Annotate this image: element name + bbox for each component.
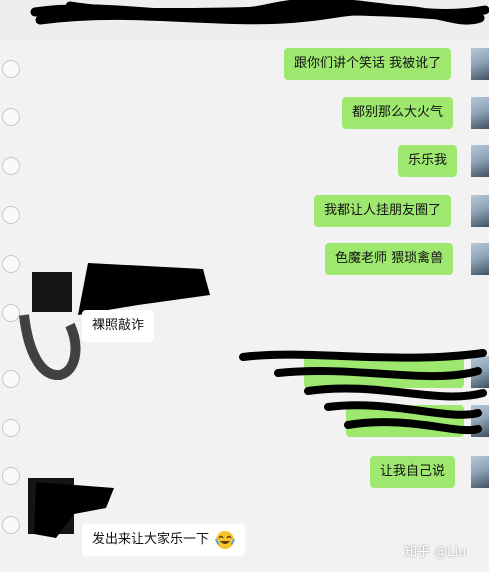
avatar[interactable] bbox=[471, 48, 489, 80]
select-circle[interactable] bbox=[2, 516, 20, 534]
select-circle[interactable] bbox=[2, 419, 20, 437]
message-bubble-other[interactable]: 发出来让大家乐一下 bbox=[82, 524, 246, 556]
message-bubble-self[interactable]: 跟你们讲个笑话 我被讹了 bbox=[284, 48, 452, 80]
message-bubble-self[interactable]: 乐乐我 bbox=[398, 145, 458, 177]
select-circle[interactable] bbox=[2, 108, 20, 126]
message-bubble-self[interactable]: 色魔老师 猥琐禽兽 bbox=[325, 243, 454, 275]
redaction-scribble bbox=[239, 349, 487, 435]
avatar[interactable] bbox=[471, 456, 489, 488]
message-bubble-self[interactable]: 都别那么大火气 bbox=[342, 97, 454, 129]
select-circle[interactable] bbox=[2, 206, 20, 224]
avatar[interactable] bbox=[471, 195, 489, 227]
watermark: 知乎 @Liu bbox=[404, 545, 467, 560]
laughing-tears-icon bbox=[215, 530, 236, 549]
select-circle[interactable] bbox=[2, 60, 20, 78]
message-text: 发出来让大家乐一下 bbox=[92, 532, 210, 547]
select-circle[interactable] bbox=[2, 157, 20, 175]
select-circle[interactable] bbox=[2, 467, 20, 485]
avatar[interactable] bbox=[471, 97, 489, 129]
avatar[interactable] bbox=[471, 243, 489, 275]
redaction-scribble-header bbox=[30, 0, 489, 25]
message-bubble-other[interactable]: 裸照敲诈 bbox=[82, 310, 155, 342]
message-bubble-self[interactable]: 我都让人挂朋友圈了 bbox=[314, 195, 452, 227]
message-bubble-self[interactable]: 让我自己说 bbox=[370, 456, 456, 488]
avatar[interactable] bbox=[471, 145, 489, 177]
